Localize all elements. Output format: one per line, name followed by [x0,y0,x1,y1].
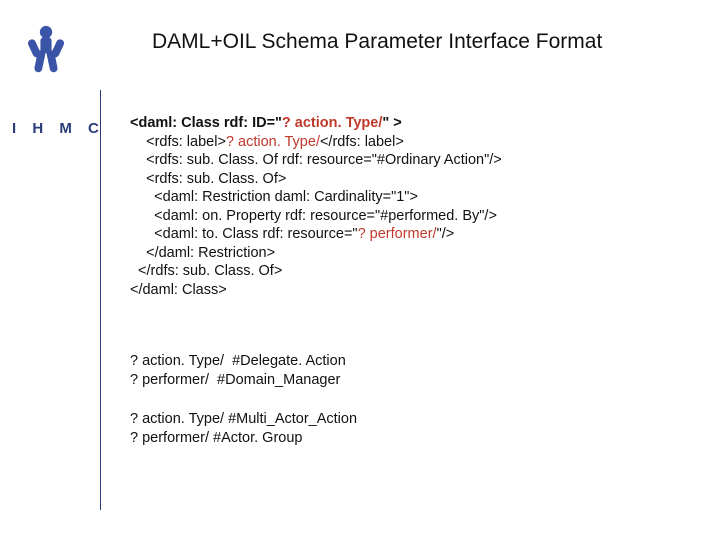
code-l10: </daml: Class> [130,282,227,298]
code-l8: </daml: Restriction> [130,245,275,261]
code-l7c: "/> [437,226,455,242]
code-l6: <daml: on. Property rdf: resource="#perf… [130,208,497,224]
footer1-l1: ? action. Type/ #Delegate. Action [130,353,346,369]
code-l7a: <daml: to. Class rdf: resource=" [130,226,358,242]
code-l4: <rdfs: sub. Class. Of> [130,171,286,187]
example-bindings-2: ? action. Type/ #Multi_Actor_Action ? pe… [130,410,357,448]
code-l1a: <daml: Class rdf: ID=" [130,115,282,131]
code-l3: <rdfs: sub. Class. Of rdf: resource="#Or… [130,152,502,168]
code-l2a: <rdfs: label> [130,134,226,150]
footer2-l1: ? action. Type/ #Multi_Actor_Action [130,411,357,427]
code-l1c: " > [382,115,401,131]
footer2-l2: ? performer/ #Actor. Group [130,430,302,446]
code-l2c: </rdfs: label> [320,134,404,150]
code-l9: </rdfs: sub. Class. Of> [130,263,282,279]
slide-title: DAML+OIL Schema Parameter Interface Form… [152,30,602,54]
brand-label: I H M C [12,120,105,137]
example-bindings-1: ? action. Type/ #Delegate. Action ? perf… [130,352,346,390]
code-l1b-param: ? action. Type/ [282,115,382,131]
daml-code-block: <daml: Class rdf: ID="? action. Type/" >… [130,114,502,299]
code-l2b-param: ? action. Type/ [226,134,320,150]
code-l7b-param: ? performer/ [358,226,437,242]
code-l5: <daml: Restriction daml: Cardinality="1"… [130,189,418,205]
footer1-l2: ? performer/ #Domain_Manager [130,372,340,388]
ihmc-logo-icon [18,22,74,78]
vertical-divider [100,90,101,510]
